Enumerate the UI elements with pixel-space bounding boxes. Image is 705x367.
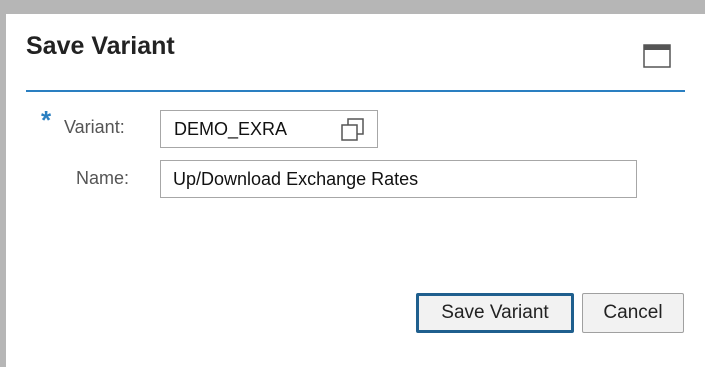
name-input[interactable] [160, 160, 637, 198]
maximize-icon[interactable] [643, 44, 671, 68]
required-asterisk-icon: * [41, 105, 52, 135]
variant-label: Variant: [64, 117, 125, 137]
title-divider [26, 90, 685, 92]
cancel-button[interactable]: Cancel [582, 293, 684, 333]
save-variant-button[interactable]: Save Variant [416, 293, 574, 333]
variant-input-value: DEMO_EXRA [174, 119, 288, 139]
variant-input[interactable]: DEMO_EXRA [160, 110, 378, 148]
window-frame-top [0, 0, 705, 14]
name-label: Name: [76, 168, 130, 188]
value-help-icon[interactable] [339, 117, 367, 143]
dialog-title: Save Variant [26, 32, 175, 60]
